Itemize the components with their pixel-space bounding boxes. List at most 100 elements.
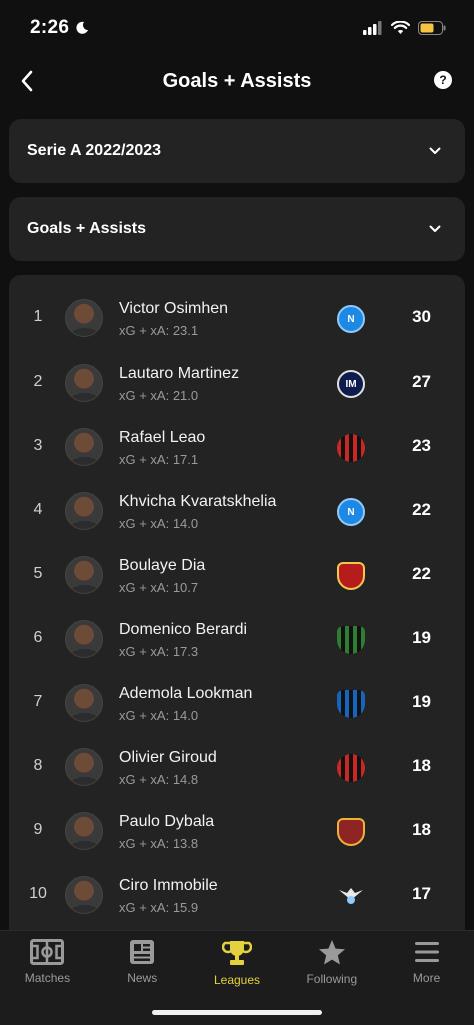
player-name: Paulo Dybala [119, 813, 215, 830]
player-rank: 2 [33, 373, 43, 390]
stat-type-dropdown[interactable]: Goals + Assists [9, 197, 465, 261]
home-indicator [152, 1010, 322, 1015]
club-badge-icon [337, 818, 365, 846]
tab-more[interactable]: More [379, 931, 474, 1025]
player-rank: 9 [33, 821, 43, 838]
player-rank: 5 [33, 565, 43, 582]
player-name: Domenico Berardi [119, 621, 248, 638]
player-xg-xa: xG + xA: 23.1 [119, 323, 199, 338]
status-time: 2:26 [30, 17, 89, 39]
player-name: Ademola Lookman [119, 685, 253, 702]
club-badge-icon: IM [337, 370, 365, 398]
trophy-icon [221, 941, 252, 965]
navigation-header: Goals + Assists ? [0, 56, 474, 106]
menu-icon [414, 942, 439, 962]
club-badge-icon [337, 690, 365, 718]
player-avatar [65, 876, 103, 914]
player-name: Rafael Leao [119, 429, 206, 446]
player-name: Khvicha Kvaratskhelia [119, 493, 277, 510]
player-row[interactable]: 1 Victor Osimhen xG + xA: 23.1 N 30 [9, 286, 465, 350]
stat-value: 27 [412, 372, 431, 391]
player-xg-xa: xG + xA: 21.0 [119, 388, 199, 403]
player-row[interactable]: 2 Lautaro Martinez xG + xA: 21.0 IM 27 [9, 351, 465, 415]
player-xg-xa: xG + xA: 14.0 [119, 516, 199, 531]
player-rank: 8 [33, 757, 43, 774]
tab-matches[interactable]: Matches [0, 931, 95, 1025]
player-name: Victor Osimhen [119, 300, 229, 317]
player-rank: 10 [29, 885, 47, 902]
club-badge-icon [337, 754, 365, 782]
stat-value: 19 [412, 692, 431, 711]
club-badge-icon: N [337, 498, 365, 526]
player-name: Boulaye Dia [119, 557, 206, 574]
chevron-left-icon [21, 70, 33, 92]
league-season-label: Serie A 2022/2023 [27, 142, 162, 159]
player-avatar [65, 620, 103, 658]
player-avatar [65, 684, 103, 722]
player-rank: 4 [33, 501, 43, 518]
player-avatar [65, 492, 103, 530]
player-row[interactable]: 5 Boulaye Dia xG + xA: 10.7 22 [9, 543, 465, 607]
player-stats-list: 1 Victor Osimhen xG + xA: 23.1 N 30 2 La… [9, 275, 465, 935]
stat-value: 30 [412, 307, 431, 326]
player-avatar [65, 748, 103, 786]
player-avatar [65, 556, 103, 594]
status-bar: 2:26 [0, 0, 474, 56]
chevron-down-icon [429, 225, 441, 232]
club-badge-icon [337, 562, 365, 590]
page-title: Goals + Assists [162, 69, 312, 92]
wifi-icon [391, 21, 410, 34]
club-badge-icon [337, 626, 365, 654]
player-rank: 1 [33, 308, 43, 325]
player-xg-xa: xG + xA: 10.7 [119, 580, 199, 595]
player-xg-xa: xG + xA: 13.8 [119, 836, 199, 851]
stat-value: 22 [412, 500, 431, 519]
stat-value: 18 [412, 820, 431, 839]
stat-value: 18 [412, 756, 431, 775]
player-row[interactable]: 3 Rafael Leao xG + xA: 17.1 23 [9, 415, 465, 479]
player-row[interactable]: 8 Olivier Giroud xG + xA: 14.8 18 [9, 735, 465, 799]
player-row[interactable]: 10 Ciro Immobile xG + xA: 15.9 17 [9, 863, 465, 927]
player-row[interactable]: 7 Ademola Lookman xG + xA: 14.0 19 [9, 671, 465, 735]
player-xg-xa: xG + xA: 17.3 [119, 644, 199, 659]
player-row[interactable]: 4 Khvicha Kvaratskhelia xG + xA: 14.0 N … [9, 479, 465, 543]
player-xg-xa: xG + xA: 14.8 [119, 772, 199, 787]
tab-label: Matches [24, 971, 71, 985]
player-rank: 3 [33, 437, 43, 454]
stat-value: 22 [412, 564, 431, 583]
player-name: Lautaro Martinez [119, 365, 240, 382]
clock-time: 2:26 [30, 17, 70, 38]
star-icon [318, 940, 345, 965]
player-avatar [65, 299, 103, 337]
club-badge-icon: N [337, 305, 365, 333]
stat-value: 17 [412, 884, 431, 903]
battery-icon [418, 21, 446, 35]
player-rank: 6 [33, 629, 43, 646]
stat-type-label: Goals + Assists [27, 220, 147, 237]
player-xg-xa: xG + xA: 15.9 [119, 900, 199, 915]
stat-value: 23 [412, 436, 431, 455]
player-avatar [65, 812, 103, 850]
tab-label: More [412, 971, 441, 985]
help-button[interactable]: ? [434, 71, 452, 89]
player-name: Olivier Giroud [119, 749, 217, 766]
player-avatar [65, 364, 103, 402]
tab-label: News [127, 971, 158, 985]
stat-value: 19 [412, 628, 431, 647]
tab-label: Leagues [213, 973, 261, 987]
player-name: Ciro Immobile [119, 877, 218, 894]
news-icon [130, 940, 155, 964]
back-button[interactable] [12, 66, 42, 96]
player-row[interactable]: 9 Paulo Dybala xG + xA: 13.8 18 [9, 799, 465, 863]
chevron-down-icon [429, 147, 441, 154]
club-badge-icon [337, 882, 365, 910]
tab-label: Following [306, 972, 358, 986]
pitch-icon [30, 939, 65, 965]
club-badge-icon [337, 434, 365, 462]
cellular-signal-icon [363, 21, 382, 35]
player-row[interactable]: 6 Domenico Berardi xG + xA: 17.3 19 [9, 607, 465, 671]
player-xg-xa: xG + xA: 17.1 [119, 452, 199, 467]
player-rank: 7 [33, 693, 43, 710]
moon-icon [76, 21, 89, 34]
league-season-dropdown[interactable]: Serie A 2022/2023 [9, 119, 465, 183]
